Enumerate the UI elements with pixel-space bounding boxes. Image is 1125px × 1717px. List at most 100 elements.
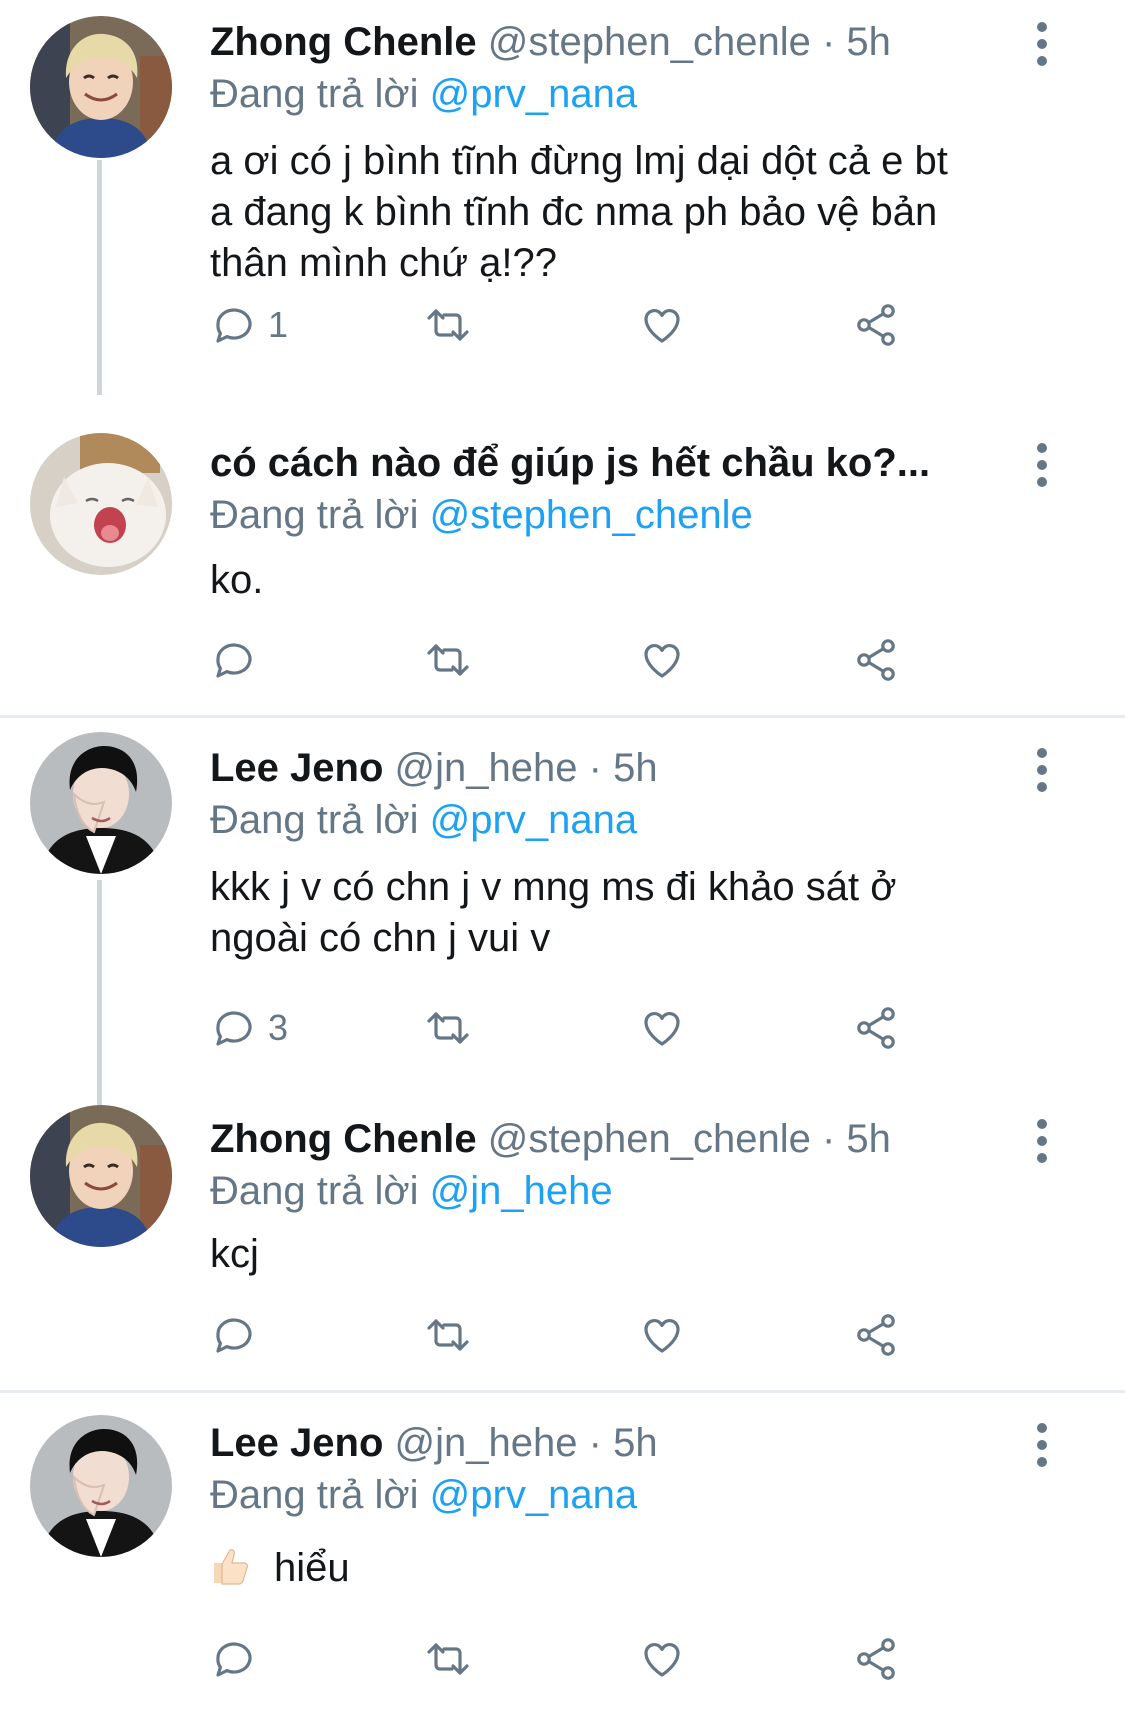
reply-count: 1 <box>268 304 289 345</box>
tweet-text-line: a đang k bình tĩnh đc nma ph bảo vệ bản <box>210 190 938 234</box>
retweet-button[interactable] <box>424 1305 472 1365</box>
timestamp[interactable]: 5h <box>846 1117 891 1161</box>
share-icon <box>852 1311 900 1359</box>
avatar[interactable] <box>30 16 172 158</box>
more-options-icon[interactable] <box>1030 22 1054 66</box>
like-button[interactable] <box>638 998 686 1058</box>
mention-link[interactable]: @prv_nana <box>430 72 637 116</box>
like-button[interactable] <box>638 1305 686 1365</box>
handle[interactable]: @stephen_chenle <box>488 20 811 64</box>
share-icon <box>852 1635 900 1683</box>
tweet[interactable]: Zhong Chenle @stephen_chenle · 5h Đang t… <box>0 1105 1125 1390</box>
reply-button[interactable]: 3 <box>210 998 288 1058</box>
handle[interactable]: @jn_hehe <box>395 1421 578 1465</box>
tweet[interactable]: Lee Jeno @jn_hehe · 5h Đang trả lời @prv… <box>0 720 1125 1105</box>
action-bar <box>210 1305 1030 1365</box>
reply-button[interactable] <box>210 1629 258 1689</box>
reply-button[interactable] <box>210 630 258 690</box>
avatar[interactable] <box>30 1105 172 1247</box>
thread-line <box>97 880 102 1105</box>
retweet-icon <box>424 1311 472 1359</box>
avatar-dark-hair-person-icon <box>30 1415 172 1557</box>
reply-icon <box>210 1004 258 1052</box>
separator-dot: · <box>821 20 836 64</box>
retweet-button[interactable] <box>424 1629 472 1689</box>
share-button[interactable] <box>852 295 900 355</box>
replying-to-label: Đang trả lời <box>210 493 419 537</box>
like-button[interactable] <box>638 295 686 355</box>
tweet[interactable]: có cách nào để giúp js hết chầu ko?... Đ… <box>0 395 1125 715</box>
tweet-text-line: a ơi có j bình tĩnh đừng lmj dại dột cả … <box>210 139 948 183</box>
display-name[interactable]: có cách nào để giúp js hết chầu ko?... <box>210 441 930 485</box>
reply-count: 3 <box>268 1007 289 1048</box>
more-options-icon[interactable] <box>1030 443 1054 487</box>
display-name[interactable]: Zhong Chenle <box>210 1117 477 1161</box>
retweet-icon <box>424 301 472 349</box>
retweet-button[interactable] <box>424 630 472 690</box>
display-name[interactable]: Lee Jeno <box>210 1421 383 1465</box>
replying-to-label: Đang trả lời <box>210 72 419 116</box>
mention-link[interactable]: @stephen_chenle <box>430 493 753 537</box>
separator-dot: · <box>588 1421 602 1465</box>
heart-icon <box>638 1004 686 1052</box>
tweet-text: hiểu <box>210 1543 1050 1594</box>
tweet-header: Lee Jeno @jn_hehe · 5h <box>210 742 995 794</box>
tweet-header: Zhong Chenle @stephen_chenle · 5h <box>210 1113 995 1165</box>
share-button[interactable] <box>852 998 900 1058</box>
tweet[interactable]: Lee Jeno @jn_hehe · 5h Đang trả lời @prv… <box>0 1395 1125 1717</box>
tweet-header: Lee Jeno @jn_hehe · 5h <box>210 1417 995 1469</box>
action-bar <box>210 1629 1030 1689</box>
share-button[interactable] <box>852 630 900 690</box>
share-icon <box>852 636 900 684</box>
avatar[interactable] <box>30 732 172 874</box>
replying-to-label: Đang trả lời <box>210 1473 419 1517</box>
tweet-text: kcj <box>210 1229 1050 1280</box>
more-options-icon[interactable] <box>1030 1119 1054 1163</box>
share-button[interactable] <box>852 1629 900 1689</box>
share-icon <box>852 1004 900 1052</box>
tweet-text: kkk j v có chn j v mng ms đi khảo sát ở … <box>210 862 1050 964</box>
retweet-icon <box>424 636 472 684</box>
retweet-button[interactable] <box>424 295 472 355</box>
reply-button[interactable]: 1 <box>210 295 288 355</box>
more-options-icon[interactable] <box>1030 748 1054 792</box>
retweet-icon <box>424 1004 472 1052</box>
replying-to: Đang trả lời @prv_nana <box>210 68 637 120</box>
tweet[interactable]: Zhong Chenle @stephen_chenle · 5h Đang t… <box>0 0 1125 395</box>
replying-to: Đang trả lời @jn_hehe <box>210 1165 613 1217</box>
replying-to: Đang trả lời @stephen_chenle <box>210 489 753 541</box>
avatar-blond-person-icon <box>30 1105 172 1247</box>
thumbs-up-icon <box>210 1545 252 1587</box>
retweet-button[interactable] <box>424 998 472 1058</box>
replying-to-label: Đang trả lời <box>210 798 419 842</box>
separator-dot: · <box>821 1117 836 1161</box>
display-name[interactable]: Lee Jeno <box>210 746 383 790</box>
reply-icon <box>210 1635 258 1683</box>
avatar-dark-hair-person-icon <box>30 732 172 874</box>
reply-icon <box>210 1311 258 1359</box>
separator-dot: · <box>588 746 602 790</box>
avatar[interactable] <box>30 1415 172 1557</box>
reply-icon <box>210 636 258 684</box>
timestamp[interactable]: 5h <box>613 1421 658 1465</box>
like-button[interactable] <box>638 630 686 690</box>
divider <box>0 715 1125 718</box>
mention-link[interactable]: @prv_nana <box>430 1473 637 1517</box>
action-bar: 1 <box>210 295 1030 355</box>
action-bar: 3 <box>210 998 1030 1058</box>
more-options-icon[interactable] <box>1030 1423 1054 1467</box>
display-name[interactable]: Zhong Chenle <box>210 20 477 64</box>
share-button[interactable] <box>852 1305 900 1365</box>
timestamp[interactable]: 5h <box>846 20 891 64</box>
timestamp[interactable]: 5h <box>613 746 658 790</box>
reply-button[interactable] <box>210 1305 258 1365</box>
handle[interactable]: @stephen_chenle <box>488 1117 811 1161</box>
action-bar <box>210 630 1030 690</box>
share-icon <box>852 301 900 349</box>
like-button[interactable] <box>638 1629 686 1689</box>
handle[interactable]: @jn_hehe <box>395 746 578 790</box>
mention-link[interactable]: @jn_hehe <box>430 1169 613 1213</box>
tweet-header: có cách nào để giúp js hết chầu ko?... <box>210 437 995 489</box>
avatar[interactable] <box>30 433 172 575</box>
mention-link[interactable]: @prv_nana <box>430 798 637 842</box>
